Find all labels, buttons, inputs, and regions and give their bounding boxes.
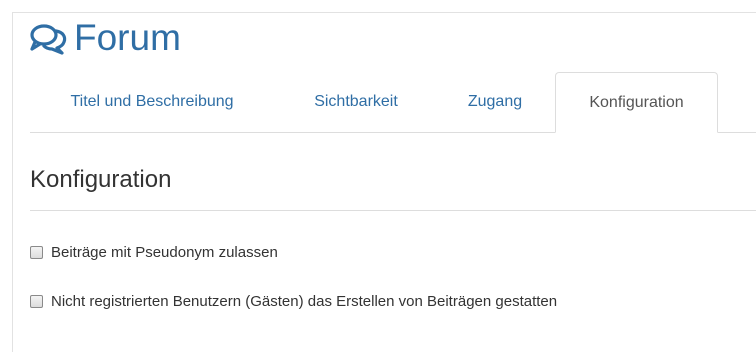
option-pseudonym[interactable]: Beiträge mit Pseudonym zulassen [30, 244, 278, 261]
pseudonym-checkbox[interactable] [30, 246, 43, 259]
tab-label: Titel und Beschreibung [70, 93, 234, 110]
tab-titel-und-beschreibung[interactable]: Titel und Beschreibung [34, 72, 270, 132]
tab-label: Konfiguration [589, 93, 684, 111]
tab-konfiguration[interactable]: Konfiguration [555, 72, 718, 133]
page-title-text: Forum [74, 17, 181, 58]
section-divider [30, 210, 756, 211]
tab-label: Zugang [467, 93, 523, 110]
tab-sichtbarkeit[interactable]: Sichtbarkeit [286, 72, 426, 132]
tab-bar: Titel und Beschreibung Sichtbarkeit Zuga… [30, 72, 756, 133]
option-label: Nicht registrierten Benutzern (Gästen) d… [51, 293, 558, 310]
option-label: Beiträge mit Pseudonym zulassen [51, 244, 278, 261]
chat-bubbles-icon [30, 24, 67, 55]
tab-label: Sichtbarkeit [314, 93, 398, 110]
option-guest-posts[interactable]: Nicht registrierten Benutzern (Gästen) d… [30, 293, 557, 310]
guest-posts-checkbox[interactable] [30, 295, 43, 308]
section-title: Konfiguration [30, 166, 172, 193]
page-title: Forum [28, 14, 181, 62]
tab-zugang[interactable]: Zugang [440, 72, 550, 132]
